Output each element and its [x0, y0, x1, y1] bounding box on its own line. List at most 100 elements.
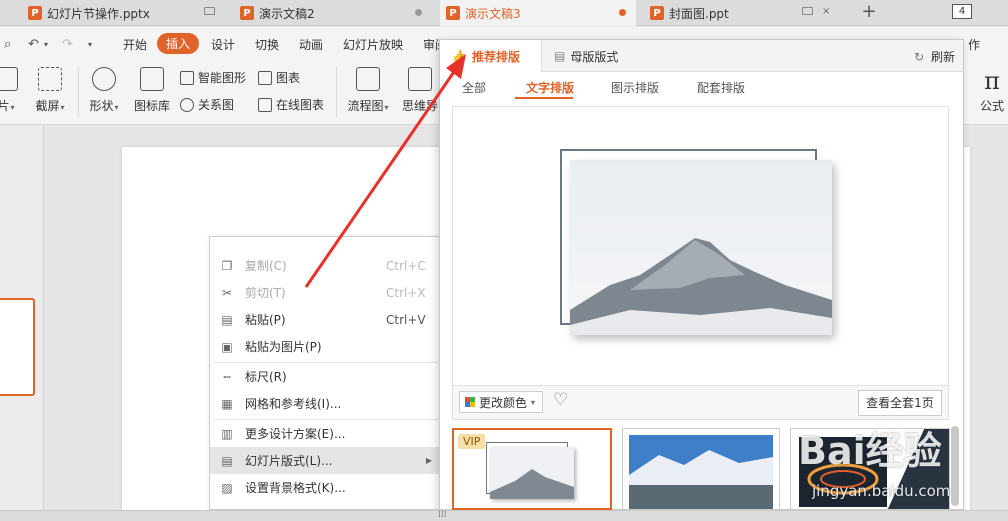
background-icon: ▨ — [221, 480, 233, 495]
menu-item-background[interactable]: ▨ 设置背景格式(K)... — [210, 474, 440, 501]
menu-item-cut[interactable]: ✂ 剪切(T) Ctrl+X — [210, 279, 440, 306]
undo-icon[interactable]: ↶ — [28, 37, 39, 52]
close-icon[interactable]: × — [822, 6, 832, 17]
smart-graphic-icon — [180, 70, 194, 85]
subtab-text-layout[interactable]: 文字排版 — [526, 79, 574, 96]
tab-doc-2[interactable]: P 演示文稿2 — [234, 0, 432, 26]
document-tab-bar: P 幻灯片节操作.pptx P 演示文稿2 P 演示文稿3 P 封面图.ppt … — [0, 0, 1008, 26]
layout-card[interactable]: VIP — [452, 428, 612, 510]
smart-graphic-button[interactable]: 智能图形 — [180, 69, 246, 86]
ppt-file-icon: P — [650, 6, 664, 20]
icon-library-button[interactable]: 图标库 — [132, 67, 172, 114]
copy-icon: ❐ — [221, 258, 233, 273]
relation-button[interactable]: 关系图 — [180, 96, 234, 113]
menu-fragment[interactable]: 作 — [968, 36, 980, 53]
subtab-all[interactable]: 全部 — [462, 79, 486, 96]
menu-item-label: 复制(C) — [245, 259, 287, 273]
design-icon: ▥ — [221, 426, 233, 441]
tab-master-layout[interactable]: ▤ 母版版式 — [554, 40, 618, 72]
paste-image-icon: ▣ — [221, 339, 233, 354]
flowchart-label: 流程图 — [347, 99, 388, 113]
menu-item-paste-image[interactable]: ▣ 粘贴为图片(P) — [210, 333, 440, 360]
window-count-badge[interactable]: 4 — [952, 4, 972, 19]
tab-label: 演示文稿2 — [259, 6, 315, 21]
menu-design[interactable]: 设计 — [211, 36, 235, 53]
tab-doc-1[interactable]: P 幻灯片节操作.pptx — [22, 0, 225, 26]
online-chart-button[interactable]: 在线图表 — [258, 96, 324, 113]
slide-thumbnail[interactable] — [0, 298, 35, 396]
slide-thumbnail-pane — [0, 126, 44, 510]
smart-graphic-label: 智能图形 — [198, 71, 247, 85]
tab-doc-3[interactable]: P 演示文稿3 — [440, 0, 636, 26]
online-chart-icon — [258, 97, 272, 112]
menu-item-label: 更多设计方案(E)... — [245, 427, 346, 441]
menu-item-label: 幻灯片版式(L)... — [245, 454, 333, 468]
preview-action-bar: 更改颜色 ▾ ♡ 查看全套1页 — [452, 386, 949, 420]
refresh-button[interactable]: ↻ 刷新 — [914, 48, 955, 65]
shape-button[interactable]: 形状 — [84, 67, 124, 114]
chart-button[interactable]: 图表 — [258, 69, 300, 86]
submenu-arrow-icon: ▶ — [425, 456, 432, 465]
new-tab-button[interactable]: + — [858, 0, 880, 26]
menu-item-more-design[interactable]: ▥ 更多设计方案(E)... — [210, 420, 440, 447]
menu-transition[interactable]: 切换 — [255, 36, 279, 53]
image-label: 片 — [0, 99, 15, 113]
paste-icon: ▤ — [221, 312, 233, 327]
screenshot-button[interactable]: 截屏 — [30, 67, 70, 114]
ppt-file-icon: P — [240, 6, 254, 20]
shape-label: 形状 — [89, 99, 118, 113]
chart-label: 图表 — [276, 71, 301, 85]
layout-card[interactable] — [622, 428, 780, 510]
tab-doc-4[interactable]: P 封面图.ppt × — [644, 0, 842, 26]
tab-label: 演示文稿3 — [465, 6, 521, 21]
change-color-button[interactable]: 更改颜色 ▾ — [459, 391, 543, 413]
favorite-heart-icon[interactable]: ♡ — [553, 390, 568, 410]
menu-item-copy[interactable]: ❐ 复制(C) Ctrl+C — [210, 252, 440, 279]
unsaved-dot-icon — [415, 9, 422, 16]
menu-insert[interactable]: 插入 — [157, 33, 200, 54]
menu-item-label: 粘贴为图片(P) — [245, 340, 322, 354]
chevron-down-icon: ▾ — [531, 397, 536, 407]
menu-item-paste[interactable]: ▤ 粘贴(P) Ctrl+V — [210, 306, 440, 333]
tab-recommend-layout[interactable]: 👍 推荐排版 — [440, 40, 542, 72]
panel-scrollbar[interactable] — [951, 426, 959, 506]
vip-badge: VIP — [458, 434, 486, 449]
redo-icon[interactable]: ↷ — [62, 37, 73, 52]
mountain-photo — [570, 160, 832, 335]
mindmap-button[interactable]: 思维导 — [400, 67, 440, 114]
icon-library-icon — [140, 67, 164, 91]
subtab-matching-layout[interactable]: 配套排版 — [697, 79, 745, 96]
image-icon — [0, 67, 18, 91]
menu-item-label: 粘贴(P) — [245, 313, 286, 327]
chevron-down-icon[interactable]: ▾ — [88, 40, 92, 49]
menu-item-shortcut: Ctrl+C — [386, 258, 426, 273]
menu-animation[interactable]: 动画 — [299, 36, 323, 53]
view-full-set-button[interactable]: 查看全套1页 — [858, 390, 942, 416]
menu-home[interactable]: 开始 — [123, 36, 147, 53]
resize-grip-icon[interactable]: ⁞⁞⁞ — [438, 510, 447, 520]
color-palette-icon — [465, 397, 475, 407]
formula-button[interactable]: π 公式 — [972, 67, 1008, 114]
menu-slideshow[interactable]: 幻灯片放映 — [343, 36, 403, 53]
chevron-down-icon[interactable]: ▾ — [44, 40, 48, 49]
menu-item-shortcut: Ctrl+V — [386, 312, 426, 327]
ribbon-divider — [78, 67, 79, 117]
menu-item-shortcut: Ctrl+X — [386, 285, 426, 300]
layout-preview[interactable] — [452, 106, 949, 386]
flowchart-button[interactable]: 流程图 — [344, 67, 392, 114]
menu-item-grid[interactable]: ▦ 网格和参考线(I)... — [210, 390, 440, 417]
print-preview-icon[interactable]: ⌕ — [4, 37, 11, 52]
card-photo — [629, 435, 773, 509]
menu-item-label: 剪切(T) — [245, 286, 286, 300]
monitor-icon — [802, 7, 813, 17]
pi-icon: π — [984, 67, 1000, 95]
thumbs-up-icon: 👍 — [452, 49, 467, 63]
scissors-icon: ✂ — [221, 285, 233, 300]
menu-item-ruler[interactable]: ┉ 标尺(R) — [210, 363, 440, 390]
menu-item-slide-layout[interactable]: ▤ 幻灯片版式(L)... ▶ — [210, 447, 440, 474]
image-button[interactable]: 片 — [0, 67, 26, 114]
ppt-file-icon: P — [446, 6, 460, 20]
subtab-diagram-layout[interactable]: 图示排版 — [611, 79, 659, 96]
ribbon-divider — [336, 67, 337, 117]
flowchart-icon — [356, 67, 380, 91]
